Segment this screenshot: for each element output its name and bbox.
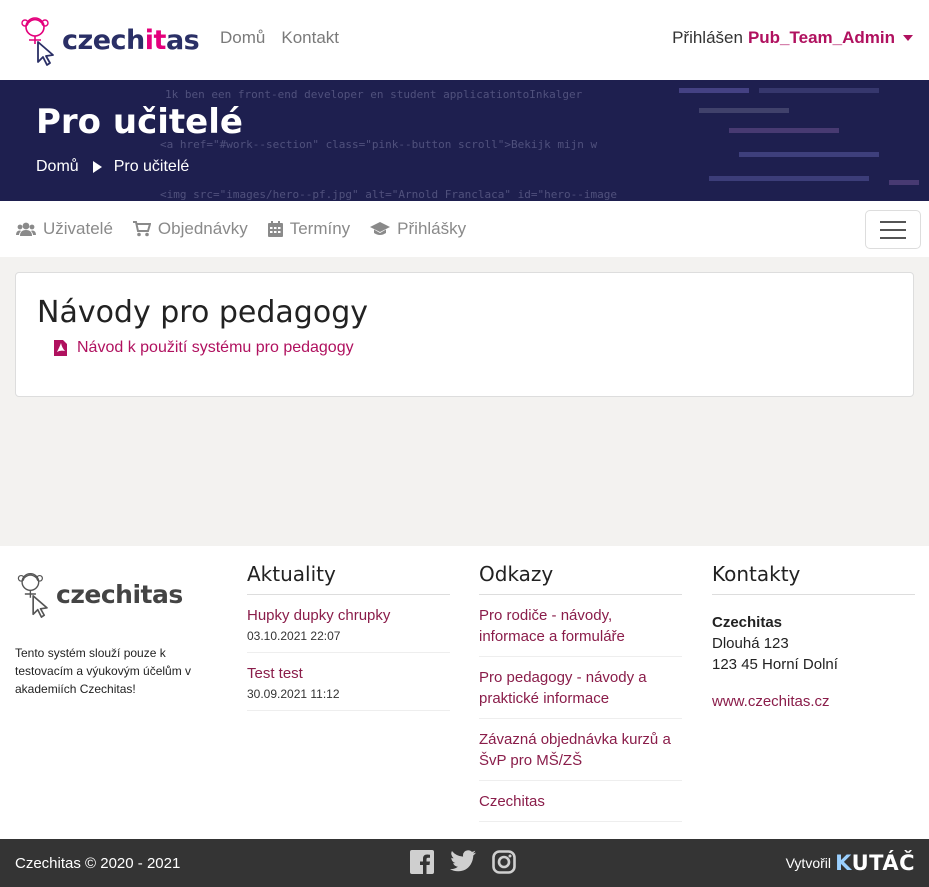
news-item: Test test 30.09.2021 11:12: [247, 653, 450, 711]
breadcrumb-home[interactable]: Domů: [36, 158, 79, 176]
hero-code-line: 1k ben een front-end developer en studen…: [165, 88, 583, 101]
subnav-item-orders[interactable]: Objednávky: [132, 219, 248, 239]
instagram-icon: [492, 850, 516, 874]
breadcrumb-separator-icon: [92, 161, 102, 173]
footer-logo: czechitas: [16, 570, 183, 618]
footer-wordmark: czechitas: [56, 579, 183, 609]
facebook-link[interactable]: [410, 850, 434, 879]
breadcrumb-current: Pro učitelé: [113, 158, 190, 175]
contact-city: 123 45 Horní Dolní: [712, 656, 838, 673]
facebook-icon: [410, 850, 434, 874]
social-links: [410, 850, 516, 879]
subnav-menu-toggle[interactable]: [865, 210, 921, 249]
admin-subnav: Uživatelé Objednávky Termíny Přihlášky: [0, 201, 929, 257]
page-title: Pro učitelé: [36, 102, 243, 142]
footer-link[interactable]: Pro rodiče - návody, informace a formulá…: [479, 607, 625, 645]
top-navbar: czechitas Domů Kontakt Přihlášen Pub_Tea…: [0, 0, 929, 80]
footer-link[interactable]: Czechitas: [479, 793, 545, 810]
subnav-label: Objednávky: [157, 219, 248, 238]
pdf-file-icon: [54, 340, 67, 356]
subnav-label: Uživatelé: [43, 219, 113, 238]
subnav-item-applications[interactable]: Přihlášky: [370, 219, 466, 239]
document-link[interactable]: Návod k použití systému pro pedagogy: [54, 339, 354, 357]
news-item-date: 03.10.2021 22:07: [247, 629, 341, 643]
subnav-item-terms[interactable]: Termíny: [267, 219, 351, 239]
brand-logo[interactable]: czechitas: [20, 14, 200, 66]
page-hero: 1k ben een front-end developer en studen…: [0, 80, 929, 201]
footer-link-item: Závazná objednávka kurzů a ŠvP pro MŠ/ZŠ: [479, 719, 682, 781]
twitter-icon: [450, 850, 476, 872]
footer-news-title: Aktuality: [247, 562, 450, 595]
nav-link-contact[interactable]: Kontakt: [281, 28, 339, 48]
subnav-label: Přihlášky: [397, 219, 467, 238]
made-by-logo[interactable]: KUTÁČ: [835, 851, 915, 875]
contact-name: Czechitas: [712, 614, 783, 631]
copyright-text: Czechitas © 2020 - 2021: [15, 855, 181, 872]
contact-street: Dlouhá 123: [712, 635, 789, 652]
footer-link[interactable]: Závazná objednávka kurzů a ŠvP pro MŠ/ZŠ: [479, 731, 671, 769]
hamburger-icon: [880, 220, 906, 223]
cart-icon: [132, 221, 151, 237]
subnav-label: Termíny: [289, 219, 351, 238]
main-nav: Domů Kontakt: [220, 28, 339, 48]
brand-wordmark: czechitas: [62, 24, 200, 56]
contact-block: Czechitas Dlouhá 123 123 45 Horní Dolní …: [712, 595, 915, 712]
section-heading: Návody pro pedagogy: [37, 295, 368, 330]
document-link-label: Návod k použití systému pro pedagogy: [77, 339, 354, 356]
site-footer: czechitas Tento systém slouží pouze k te…: [0, 546, 929, 839]
bottom-bar: Czechitas © 2020 - 2021 Vytvořil KUTÁČ: [0, 839, 929, 887]
news-item: Hupky dupky chrupky 03.10.2021 22:07: [247, 595, 450, 653]
contact-website-link[interactable]: www.czechitas.cz: [712, 691, 915, 712]
twitter-link[interactable]: [450, 850, 476, 879]
footer-links-column: Odkazy Pro rodiče - návody, informace a …: [479, 562, 682, 822]
news-item-link[interactable]: Hupky dupky chrupky: [247, 607, 390, 624]
footer-links-title: Odkazy: [479, 562, 682, 595]
news-item-date: 30.09.2021 11:12: [247, 687, 340, 701]
nav-link-home[interactable]: Domů: [220, 28, 265, 48]
footer-contacts-column: Kontakty Czechitas Dlouhá 123 123 45 Hor…: [712, 562, 915, 712]
hero-code-line: <img src="images/hero--pf.jpg" alt="Arno…: [160, 188, 617, 201]
hero-code-background: [679, 88, 919, 185]
footer-link[interactable]: Pro pedagogy - návody a praktické inform…: [479, 669, 647, 707]
czechitas-logo-icon: [21, 17, 54, 66]
users-icon: [16, 222, 36, 236]
footer-about-text: Tento systém slouží pouze k testovacím a…: [15, 646, 192, 696]
graduation-cap-icon: [370, 222, 391, 235]
news-item-link[interactable]: Test test: [247, 665, 303, 682]
user-menu-prefix: Přihlášen: [672, 28, 743, 47]
calendar-icon: [267, 221, 283, 237]
user-menu-toggle[interactable]: Přihlášen Pub_Team_Admin: [672, 28, 913, 48]
made-by-label: Vytvořil: [785, 855, 831, 871]
footer-link-item: Pro rodiče - návody, informace a formulá…: [479, 595, 682, 657]
subnav-item-users[interactable]: Uživatelé: [16, 219, 113, 239]
footer-contacts-title: Kontakty: [712, 562, 915, 595]
caret-down-icon: [903, 35, 913, 41]
czechitas-logo-icon: [17, 573, 48, 618]
footer-link-item: Pro pedagogy - návody a praktické inform…: [479, 657, 682, 719]
footer-news-column: Aktuality Hupky dupky chrupky 03.10.2021…: [247, 562, 450, 711]
instagram-link[interactable]: [492, 850, 516, 879]
breadcrumb: Domů Pro učitelé: [36, 158, 189, 176]
content-card: Návody pro pedagogy Návod k použití syst…: [15, 272, 914, 397]
user-name: Pub_Team_Admin: [747, 28, 895, 47]
footer-link-item: Czechitas: [479, 781, 682, 822]
